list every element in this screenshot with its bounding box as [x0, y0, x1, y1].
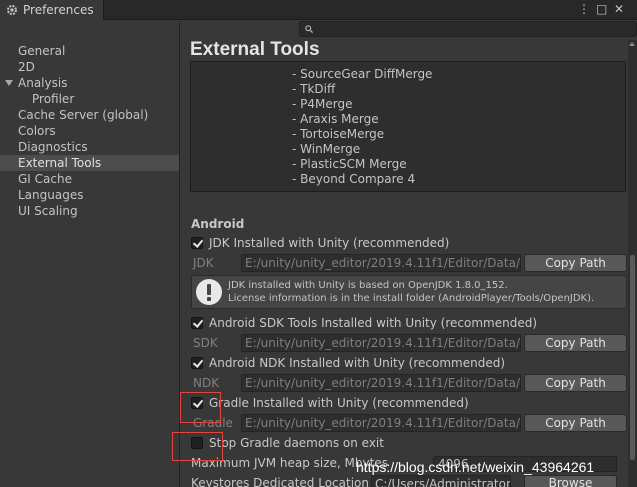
- more-options-icon[interactable]: ⋮: [578, 2, 590, 16]
- maximize-icon[interactable]: □: [596, 2, 607, 16]
- watermark: https://blog.csdn.net/weixin_43964261: [356, 459, 595, 475]
- keystores-location-label: Keystores Dedicated Location: [191, 476, 369, 487]
- ndk-installed-checkbox[interactable]: Android NDK Installed with Unity (recomm…: [191, 355, 505, 371]
- sidebar-item-diagnostics[interactable]: Diagnostics: [18, 139, 88, 155]
- sidebar-item-colors[interactable]: Colors: [18, 123, 56, 139]
- jdk-path-row: JDK E:/unity/unity_editor/2019.4.11f1/Ed…: [191, 254, 627, 272]
- sdk-copy-path-button[interactable]: Copy Path: [524, 334, 627, 352]
- info-icon: [196, 279, 222, 305]
- highlight-box: [180, 392, 221, 423]
- checkbox-box[interactable]: [191, 237, 203, 249]
- android-section-label: Android: [191, 217, 245, 231]
- sidebar-item-analysis[interactable]: Analysis: [18, 75, 67, 91]
- preferences-tab[interactable]: Preferences: [0, 0, 104, 20]
- checkbox-box[interactable]: [191, 317, 203, 329]
- window-title: Preferences: [23, 3, 94, 17]
- search-icon: [305, 25, 313, 33]
- sidebar: General 2D Analysis Profiler Cache Serve…: [0, 21, 180, 487]
- jdk-info-box: JDK installed with Unity is based on Ope…: [191, 275, 627, 309]
- search-input[interactable]: [299, 21, 637, 37]
- list-item: - WinMerge: [292, 142, 361, 156]
- gradle-path-row: Gradle E:/unity/unity_editor/2019.4.11f1…: [191, 414, 627, 432]
- highlight-box: [172, 432, 223, 461]
- fold-arrow-icon[interactable]: [5, 80, 13, 86]
- jdk-installed-checkbox[interactable]: JDK Installed with Unity (recommended): [191, 235, 449, 251]
- checkbox-label: Android SDK Tools Installed with Unity (…: [209, 316, 538, 330]
- main-panel: External Tools - SourceGear DiffMerge - …: [181, 21, 637, 487]
- title-bar: Preferences ⋮ □ ✕: [0, 0, 637, 20]
- checkbox-label: Stop Gradle daemons on exit: [209, 436, 384, 450]
- sidebar-item-gi-cache[interactable]: GI Cache: [18, 171, 72, 187]
- gradle-path-field[interactable]: E:/unity/unity_editor/2019.4.11f1/Editor…: [241, 414, 521, 432]
- diff-tools-box: - SourceGear DiffMerge - TkDiff - P4Merg…: [190, 61, 626, 192]
- info-text-line: JDK installed with Unity is based on Ope…: [228, 280, 508, 291]
- list-item: - PlasticSCM Merge: [292, 157, 407, 171]
- scroll-up-arrow-icon[interactable]: [629, 42, 635, 46]
- list-item: - TkDiff: [292, 82, 336, 96]
- sdk-path-field[interactable]: E:/unity/unity_editor/2019.4.11f1/Editor…: [241, 334, 521, 352]
- gradle-installed-checkbox[interactable]: Gradle Installed with Unity (recommended…: [191, 395, 469, 411]
- ndk-path-row: NDK E:/unity/unity_editor/2019.4.11f1/Ed…: [191, 374, 627, 392]
- checkbox-box[interactable]: [191, 357, 203, 369]
- ndk-path-field[interactable]: E:/unity/unity_editor/2019.4.11f1/Editor…: [241, 374, 521, 392]
- jdk-path-label: JDK: [193, 256, 214, 270]
- checkbox-label: Gradle Installed with Unity (recommended…: [209, 396, 469, 410]
- list-item: - TortoiseMerge: [292, 127, 385, 141]
- gear-icon: [7, 5, 17, 15]
- gradle-copy-path-button[interactable]: Copy Path: [524, 414, 627, 432]
- list-item: - P4Merge: [292, 97, 353, 111]
- list-item: - Araxis Merge: [292, 112, 379, 126]
- sidebar-item-languages[interactable]: Languages: [18, 187, 83, 203]
- sdk-path-row: SDK E:/unity/unity_editor/2019.4.11f1/Ed…: [191, 334, 627, 352]
- list-item: - SourceGear DiffMerge: [292, 67, 433, 81]
- ndk-path-label: NDK: [193, 376, 220, 390]
- sidebar-item-external-tools[interactable]: External Tools: [0, 155, 179, 171]
- close-icon[interactable]: ✕: [614, 2, 624, 16]
- jdk-copy-path-button[interactable]: Copy Path: [524, 254, 627, 272]
- jdk-path-field[interactable]: E:/unity/unity_editor/2019.4.11f1/Editor…: [241, 254, 521, 272]
- sidebar-item-ui-scaling[interactable]: UI Scaling: [18, 203, 78, 219]
- list-item: - Beyond Compare 4: [292, 172, 416, 186]
- sdk-path-label: SDK: [193, 336, 218, 350]
- browse-button[interactable]: Browse: [524, 475, 617, 487]
- ndk-copy-path-button[interactable]: Copy Path: [524, 374, 627, 392]
- sidebar-item-general[interactable]: General: [18, 43, 65, 59]
- sdk-installed-checkbox[interactable]: Android SDK Tools Installed with Unity (…: [191, 315, 537, 331]
- vertical-scrollbar[interactable]: [628, 40, 637, 487]
- sidebar-item-2d[interactable]: 2D: [18, 59, 35, 75]
- keystores-location-field[interactable]: C:/Users/Administrator: [371, 475, 511, 487]
- info-text-line: License information is in the install fo…: [228, 293, 595, 304]
- sidebar-item-profiler[interactable]: Profiler: [32, 91, 74, 107]
- sidebar-item-cache-server[interactable]: Cache Server (global): [18, 107, 148, 123]
- checkbox-label: Android NDK Installed with Unity (recomm…: [209, 356, 506, 370]
- page-title: External Tools: [190, 39, 320, 60]
- checkbox-label: JDK Installed with Unity (recommended): [209, 236, 450, 250]
- scrollbar-thumb[interactable]: [630, 255, 635, 460]
